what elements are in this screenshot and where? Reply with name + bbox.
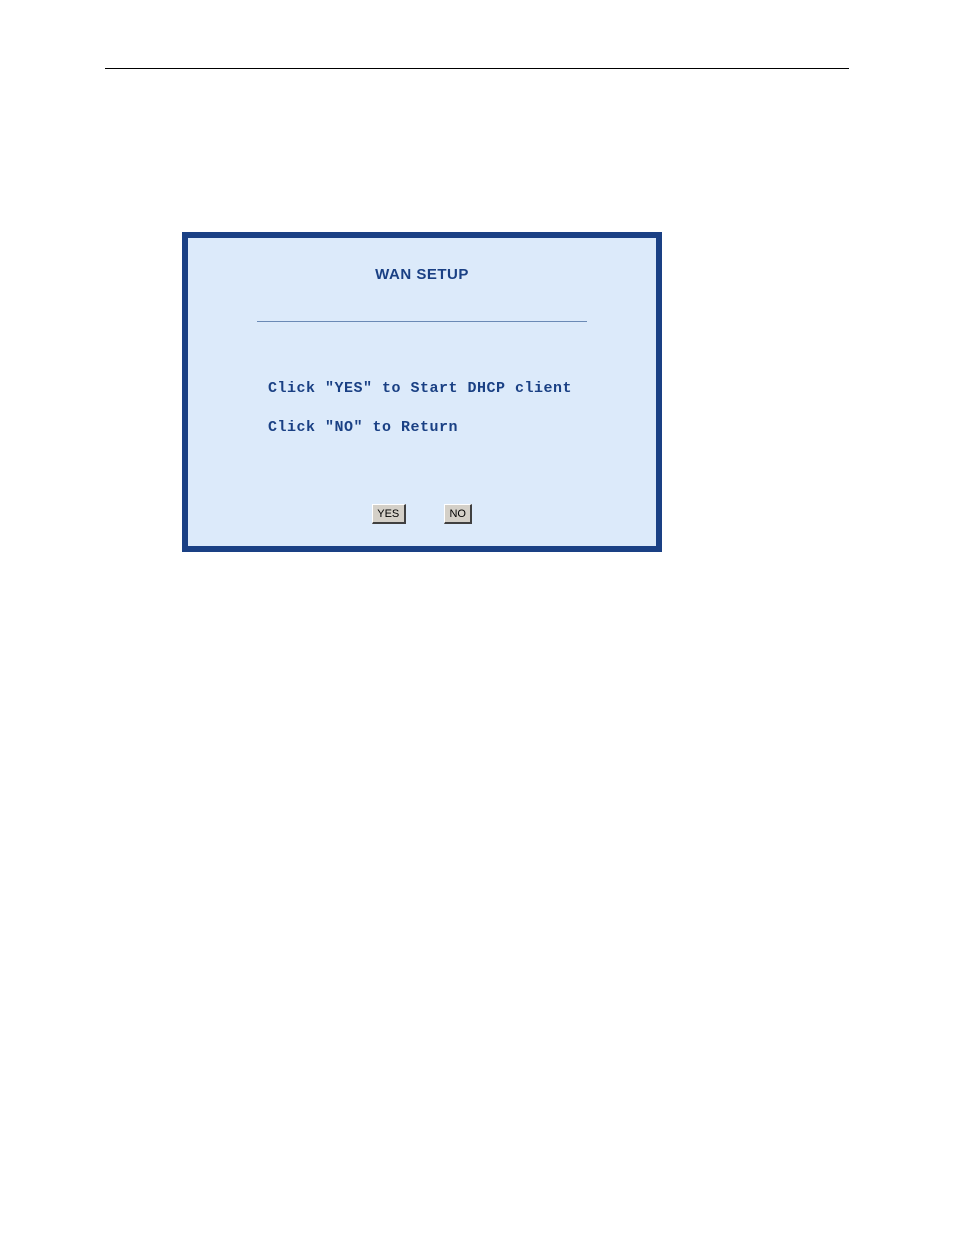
dialog-title: WAN SETUP (188, 266, 656, 283)
yes-button[interactable]: YES (372, 504, 406, 524)
button-row: YES NO (188, 504, 656, 524)
dialog-body: Click "YES" to Start DHCP client Click "… (188, 322, 656, 436)
page-divider (105, 68, 849, 69)
instruction-yes: Click "YES" to Start DHCP client (268, 380, 656, 397)
no-button[interactable]: NO (444, 504, 472, 524)
instruction-no: Click "NO" to Return (268, 419, 656, 436)
wan-setup-dialog: WAN SETUP Click "YES" to Start DHCP clie… (182, 232, 662, 552)
